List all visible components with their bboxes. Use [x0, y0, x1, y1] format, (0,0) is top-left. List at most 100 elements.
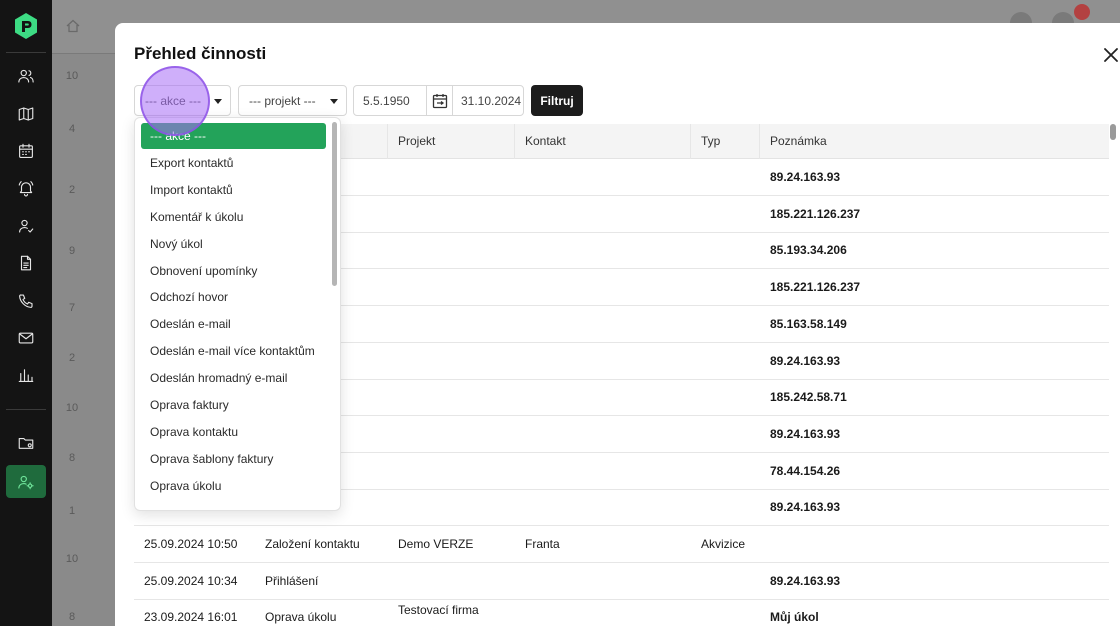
- app-logo-icon[interactable]: [14, 12, 38, 40]
- chevron-down-icon: [214, 99, 222, 104]
- cell-poznamka: 89.24.163.93: [770, 426, 841, 441]
- background-row-number: 8: [68, 611, 76, 623]
- cell-poznamka: 89.24.163.93: [770, 573, 841, 588]
- dropdown-item[interactable]: Odeslán e-mail více kontaktům: [141, 338, 326, 364]
- chevron-down-icon: [330, 99, 338, 104]
- column-header-projekt[interactable]: Projekt: [387, 124, 435, 159]
- nav-rail: [0, 0, 52, 626]
- cell-poznamka: 78.44.154.26: [770, 463, 841, 478]
- cell-akce: Přihlášení: [265, 573, 319, 588]
- column-header-kontakt[interactable]: Kontakt: [514, 124, 566, 159]
- background-row-number: 8: [68, 452, 76, 464]
- nav-calls[interactable]: [12, 287, 40, 315]
- cell-cas: 25.09.2024 10:34: [144, 573, 238, 588]
- bar-chart-icon: [18, 369, 34, 382]
- background-row-number: 9: [68, 245, 76, 257]
- phone-icon: [19, 294, 33, 308]
- cell-poznamka: 185.221.126.237: [770, 280, 861, 295]
- cell-poznamka: 185.242.58.71: [770, 390, 847, 405]
- dropdown-item[interactable]: Oprava kontaktu: [141, 419, 326, 445]
- dropdown-item[interactable]: Nový úkol: [141, 231, 326, 257]
- cell-akce: Oprava úkolu: [265, 610, 337, 625]
- date-to-input[interactable]: 31.10.2024: [461, 94, 521, 108]
- dropdown-item[interactable]: Odeslán e-mail: [141, 311, 326, 337]
- document-icon: [20, 255, 32, 271]
- nav-mail[interactable]: [12, 324, 40, 352]
- table-row[interactable]: 23.09.2024 16:01 Oprava úkolu Testovací fi…: [134, 599, 1109, 626]
- home-icon: [66, 19, 80, 33]
- cell-typ: Akvizice: [701, 537, 746, 551]
- akce-select[interactable]: --- akce ---: [134, 85, 231, 116]
- nav-map[interactable]: [12, 100, 40, 128]
- dropdown-item[interactable]: Oprava faktury: [141, 392, 326, 418]
- filter-button[interactable]: Filtruj: [531, 85, 583, 116]
- background-row-number: 10: [65, 70, 79, 82]
- nav-calendar[interactable]: [12, 137, 40, 165]
- cell-cas: 25.09.2024 10:50: [144, 537, 238, 551]
- calendar-icon: [19, 143, 33, 158]
- cell-projekt: Demo VERZE: [398, 537, 474, 551]
- user-settings-icon: [18, 475, 34, 489]
- dropdown-item[interactable]: Import kontaktů: [141, 177, 326, 203]
- activity-modal: Přehled činnosti --- akce --- --- projek…: [115, 23, 1120, 626]
- cell-poznamka: 85.193.34.206: [770, 243, 847, 258]
- bell-icon: [18, 181, 34, 197]
- user-check-icon: [19, 219, 34, 233]
- akce-dropdown-menu: --- akce --- Export kontaktů Import kontak…: [134, 117, 341, 511]
- nav-user-settings[interactable]: [6, 465, 46, 498]
- rail-divider: [6, 409, 46, 410]
- close-button[interactable]: [1100, 44, 1120, 66]
- folder-settings-icon: [18, 437, 34, 449]
- dropdown-item[interactable]: Export kontaktů: [141, 150, 326, 176]
- nav-folder-settings[interactable]: [12, 429, 40, 457]
- modal-title: Přehled činnosti: [134, 44, 267, 63]
- rail-divider: [6, 52, 46, 53]
- background-row-number: 2: [68, 184, 76, 196]
- cell-cas: 23.09.2024 16:01: [144, 610, 238, 625]
- background-row-number: 4: [68, 123, 76, 135]
- cell-poznamka: 85.163.58.149: [770, 316, 847, 331]
- dropdown-item[interactable]: Komentář k úkolu: [141, 204, 326, 230]
- nav-contacts[interactable]: [12, 62, 40, 90]
- date-range-picker-button[interactable]: [426, 86, 453, 115]
- background-row-number: 10: [65, 553, 79, 565]
- cell-kontakt: Franta: [525, 537, 560, 551]
- table-row[interactable]: 25.09.2024 10:34 Přihlášení 89.24.163.93: [134, 563, 1109, 600]
- dropdown-item-placeholder[interactable]: --- akce ---: [141, 123, 326, 149]
- calendar-range-icon: [432, 93, 447, 108]
- cell-projekt: Testovací firma: [398, 603, 479, 618]
- column-header-poznamka[interactable]: Poznámka: [759, 124, 827, 159]
- dropdown-scrollbar[interactable]: [332, 122, 337, 286]
- cell-poznamka: 185.221.126.237: [770, 206, 861, 221]
- dropdown-item[interactable]: Obnovení upomínky: [141, 258, 326, 284]
- nav-reminders[interactable]: [12, 174, 40, 202]
- nav-documents[interactable]: [12, 249, 40, 277]
- background-row-number: 7: [68, 302, 76, 314]
- akce-select-value: --- akce ---: [145, 93, 201, 108]
- cell-poznamka: 89.24.163.93: [770, 353, 841, 368]
- table-row[interactable]: 25.09.2024 10:50 Založení kontaktu Demo VE…: [134, 526, 1109, 563]
- cell-poznamka: 89.24.163.93: [770, 170, 841, 184]
- background-row-number: 1: [68, 505, 76, 517]
- projekt-select[interactable]: --- projekt ---: [238, 85, 347, 116]
- projekt-select-value: --- projekt ---: [249, 93, 316, 108]
- table-scrollbar[interactable]: [1110, 124, 1116, 140]
- dropdown-item[interactable]: Odeslán hromadný e-mail: [141, 365, 326, 391]
- cell-poznamka: Můj úkol: [770, 610, 819, 625]
- date-range: 5.5.1950 31.10.2024: [353, 85, 524, 116]
- background-row-number: 10: [65, 402, 79, 414]
- background-row-number: 2: [68, 352, 76, 364]
- close-icon: [1104, 48, 1118, 62]
- mail-icon: [18, 332, 34, 344]
- notification-badge: [1074, 4, 1090, 20]
- column-header-typ[interactable]: Typ: [690, 124, 720, 159]
- dropdown-item[interactable]: Odchozí hovor: [141, 284, 326, 310]
- cell-akce: Založení kontaktu: [265, 537, 360, 551]
- dropdown-item[interactable]: Oprava šablony faktury: [141, 446, 326, 472]
- nav-user-activity[interactable]: [12, 212, 40, 240]
- cell-poznamka: 89.24.163.93: [770, 500, 841, 515]
- date-from-input[interactable]: 5.5.1950: [363, 94, 410, 108]
- dropdown-item[interactable]: Oprava úkolu: [141, 473, 326, 499]
- nav-reports[interactable]: [12, 361, 40, 389]
- map-icon: [18, 107, 34, 121]
